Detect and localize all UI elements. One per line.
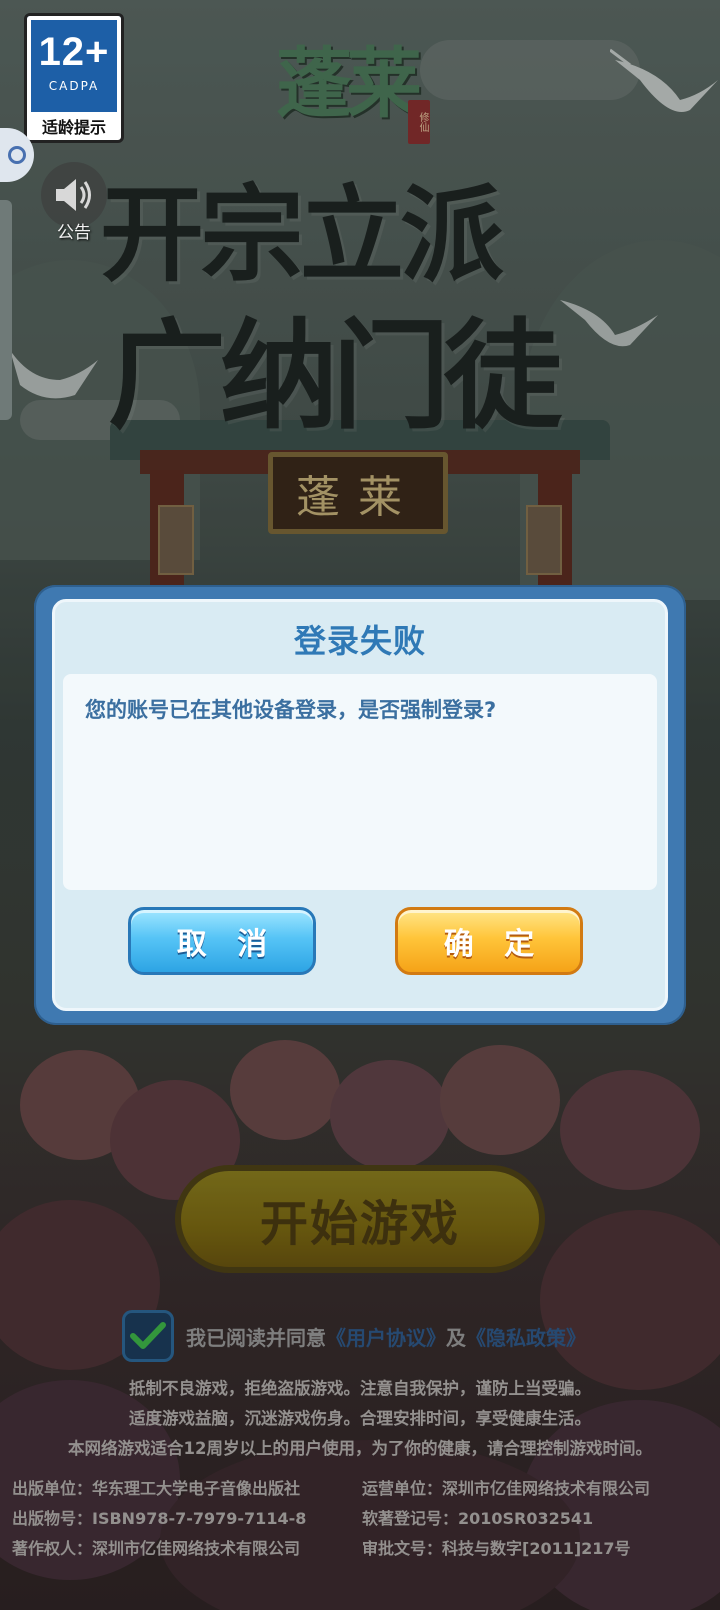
speaker-icon bbox=[56, 179, 91, 211]
cancel-button[interactable]: 取 消 bbox=[128, 907, 316, 975]
confirm-button[interactable]: 确 定 bbox=[395, 907, 583, 975]
dialog-message: 您的账号已在其他设备登录，是否强制登录? bbox=[85, 698, 497, 722]
notice-button[interactable]: 公告 bbox=[38, 162, 110, 243]
dialog-message-box: 您的账号已在其他设备登录，是否强制登录? bbox=[63, 674, 657, 890]
age-rating-badge[interactable]: 12+ CADPA 适龄提示 bbox=[24, 13, 124, 143]
login-failed-dialog: 登录失败 您的账号已在其他设备登录，是否强制登录? 取 消 确 定 bbox=[34, 585, 686, 1025]
age-rating-org: CADPA bbox=[48, 79, 100, 93]
dialog-title: 登录失败 bbox=[293, 622, 426, 660]
dialog-panel: 登录失败 您的账号已在其他设备登录，是否强制登录? 取 消 确 定 bbox=[52, 599, 668, 1011]
notice-label: 公告 bbox=[57, 223, 91, 243]
age-rating-number: 12+ bbox=[38, 30, 110, 74]
floating-ball-icon bbox=[8, 146, 26, 164]
age-rating-label: 适龄提示 bbox=[41, 118, 106, 137]
age-rating-panel: 12+ CADPA bbox=[27, 16, 121, 116]
side-edge-strip bbox=[0, 200, 12, 420]
